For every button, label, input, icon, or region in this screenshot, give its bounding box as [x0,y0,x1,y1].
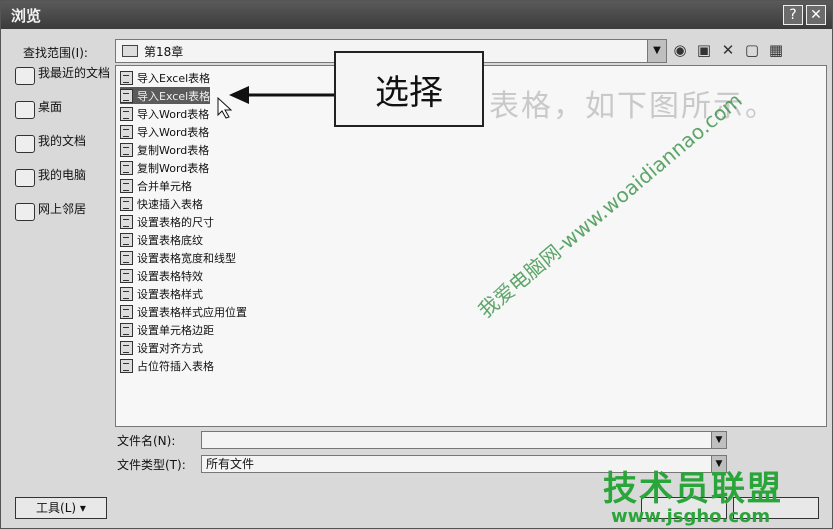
filename-label: 文件名(N): [117,434,176,448]
filename-input[interactable]: ▼ [201,431,727,449]
chevron-down-icon[interactable]: ▼ [711,432,726,448]
filetype-label: 文件类型(T): [117,458,186,472]
browse-dialog: 浏览 ? ✕ 查找范围(I): 第18章 ▼ ◉ ▣ ✕ ▢ ▦ 我最近的文档 … [0,0,833,529]
watermark-url: www.jsgho.com [611,506,771,527]
filetype-value: 所有文件 [206,457,255,471]
tools-button[interactable]: 工具(L) ▾ [15,497,107,519]
watermark-logo: 技术员联盟 [603,469,783,509]
mouse-cursor-icon [217,97,233,119]
callout-box: 选择 [334,51,484,127]
callout-text: 选择 [375,72,443,113]
